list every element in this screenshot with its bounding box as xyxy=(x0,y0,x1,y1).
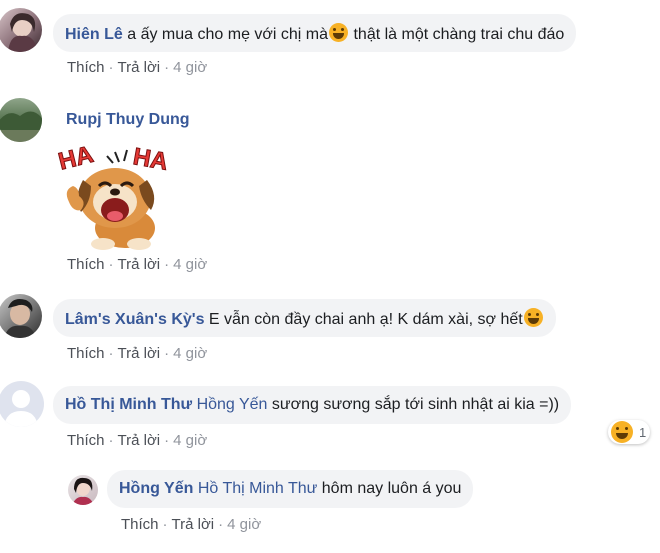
comment-actions: Thích · Trả lời · 4 giờ xyxy=(67,345,208,362)
timestamp[interactable]: 4 giờ xyxy=(227,516,261,533)
comment-actions: Thích · Trả lời · 4 giờ xyxy=(67,59,208,76)
like-link[interactable]: Thích xyxy=(67,345,105,362)
comment-author[interactable]: Rupj Thuy Dung xyxy=(66,111,190,129)
reply-link[interactable]: Trả lời xyxy=(118,59,161,76)
avatar[interactable] xyxy=(0,98,42,142)
comment-text: E vẫn còn đầy chai anh ạ! K dám xài, sợ … xyxy=(204,311,523,328)
comment-author[interactable]: Hồng Yến xyxy=(119,480,193,497)
avatar-photo xyxy=(8,13,38,52)
sticker-text: HA xyxy=(131,143,170,176)
comment-text: a ấy mua cho mẹ với chị mà xyxy=(122,26,329,43)
sticker-text: HA xyxy=(56,141,96,176)
timestamp[interactable]: 4 giờ xyxy=(173,345,207,362)
reply-link[interactable]: Trả lời xyxy=(118,345,161,362)
avatar-photo xyxy=(0,111,42,142)
mention-link[interactable]: Hồ Thị Minh Thư xyxy=(198,480,318,497)
timestamp[interactable]: 4 giờ xyxy=(173,59,207,76)
avatar-photo xyxy=(4,299,36,338)
like-link[interactable]: Thích xyxy=(121,516,159,533)
like-link[interactable]: Thích xyxy=(67,432,105,449)
reaction-count[interactable]: 1 xyxy=(608,420,651,444)
avatar[interactable] xyxy=(68,475,98,505)
avatar[interactable] xyxy=(0,294,42,338)
reply-link[interactable]: Trả lời xyxy=(118,432,161,449)
dog-ha-ha-sticker: HA HA xyxy=(55,140,173,252)
laughing-tears-emoji xyxy=(329,23,349,42)
comment-bubble: Hồ Thị Minh Thư Hồng Yến sương sương sắp… xyxy=(53,386,572,424)
like-link[interactable]: Thích xyxy=(67,256,105,273)
comment-actions: Thích · Trả lời · 4 giờ xyxy=(67,256,208,273)
reply-link[interactable]: Trả lời xyxy=(172,516,215,533)
comment-text: thật là một chàng trai chu đáo xyxy=(349,26,565,43)
comment-bubble: Lâm's Xuân's Kỳ's E vẫn còn đầy chai anh… xyxy=(53,299,556,337)
comment-actions: Thích · Trả lời · 4 giờ xyxy=(121,516,262,533)
haha-reaction-icon xyxy=(611,421,633,443)
avatar-photo xyxy=(72,477,94,505)
comment-author[interactable]: Hồ Thị Minh Thư xyxy=(65,396,192,413)
avatar[interactable] xyxy=(0,8,42,52)
timestamp[interactable]: 4 giờ xyxy=(173,256,207,273)
comment-text: sương sương sắp tới sinh nhật ai kia =)) xyxy=(267,396,560,413)
reply-bubble: Hồng Yến Hồ Thị Minh Thư hôm nay luôn á … xyxy=(107,470,474,508)
like-link[interactable]: Thích xyxy=(67,59,105,76)
reaction-count-value: 1 xyxy=(639,424,647,440)
laughing-tears-emoji xyxy=(523,308,543,327)
reply-link[interactable]: Trả lời xyxy=(118,256,161,273)
comment-actions: Thích · Trả lời · 4 giờ xyxy=(67,432,208,449)
comment-bubble: Hiên Lê a ấy mua cho mẹ với chị mà thật … xyxy=(53,14,577,52)
comment-text: hôm nay luôn á you xyxy=(317,480,462,497)
mention-link[interactable]: Hồng Yến xyxy=(197,396,268,413)
default-avatar-icon[interactable] xyxy=(0,381,44,427)
comment-author[interactable]: Hiên Lê xyxy=(65,26,123,43)
timestamp[interactable]: 4 giờ xyxy=(173,432,207,449)
comment-author[interactable]: Lâm's Xuân's Kỳ's xyxy=(65,311,204,328)
